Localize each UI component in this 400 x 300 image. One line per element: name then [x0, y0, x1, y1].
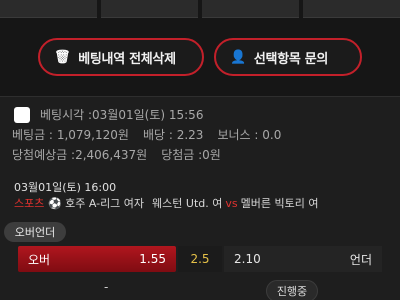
top-tabs	[0, 0, 400, 18]
trash-icon: 🗑	[54, 49, 71, 65]
expected-win-label: 당첨예상금 :	[12, 148, 76, 162]
result-score: -	[104, 280, 109, 294]
bet-amount-label: 베팅금 :	[12, 128, 53, 142]
expected-win-value: 2,406,437원	[75, 148, 148, 162]
over-odds-button[interactable]: 오버 1.55	[18, 246, 176, 272]
inquire-selected-label: 선택항목 문의	[253, 51, 329, 67]
tab-3[interactable]	[202, 0, 299, 18]
bonus-value: 0.0	[262, 128, 282, 142]
total-line-value: 2.5	[178, 246, 222, 272]
odds-label: 배당 :	[142, 128, 173, 142]
odds-row: 오버 1.55 2.5 2.10 언더	[18, 246, 382, 272]
match-datetime: 03월01일(토) 16:00	[14, 181, 117, 194]
bet-amount-value: 1,079,120원	[56, 128, 129, 142]
won-amount-value: 0원	[202, 148, 221, 162]
over-label: 오버	[28, 252, 51, 267]
bet-info: 베팅시각 : 03월01일(토) 15:56 베팅금 : 1,079,120원 …	[12, 105, 281, 165]
user-icon: 👤	[230, 49, 246, 65]
match-info: 03월01일(토) 16:00 스포츠 ⚽ 호주 A-리그 여자 웨스턴 Utd…	[14, 180, 386, 212]
under-label: 언더	[349, 252, 372, 267]
league-name: 호주 A-리그 여자	[65, 197, 145, 210]
odds-value: 2.23	[176, 128, 204, 142]
home-team: 웨스턴 Utd. 여	[152, 197, 223, 210]
vs-label: vs	[225, 197, 238, 210]
status-badge: 진행중	[266, 280, 318, 300]
select-bet-checkbox[interactable]	[14, 107, 30, 123]
action-bar: 🗑 베팅내역 전체삭제 👤 선택항목 문의	[0, 38, 400, 76]
over-odds-value: 1.55	[139, 252, 166, 266]
bet-time-label: 베팅시각 :	[40, 108, 93, 122]
sport-category: 스포츠	[14, 197, 45, 210]
delete-all-bets-button[interactable]: 🗑 베팅내역 전체삭제	[38, 38, 204, 76]
tab-4[interactable]	[303, 0, 400, 18]
delete-all-bets-label: 베팅내역 전체삭제	[78, 51, 176, 67]
away-team: 멜버른 빅토리 여	[240, 197, 319, 210]
won-amount-label: 당첨금 :	[161, 148, 203, 162]
market-badge: 오버언더	[4, 222, 66, 242]
soccer-ball-icon: ⚽	[48, 197, 63, 210]
tab-2[interactable]	[101, 0, 198, 18]
tab-1[interactable]	[0, 0, 97, 18]
bonus-label: 보너스 :	[217, 128, 259, 142]
bet-time-value: 03월01일(토) 15:56	[92, 108, 204, 122]
under-odds-value: 2.10	[234, 252, 261, 266]
result-row: - 진행중	[0, 276, 400, 300]
inquire-selected-button[interactable]: 👤 선택항목 문의	[214, 38, 362, 76]
under-odds-button[interactable]: 2.10 언더	[224, 246, 382, 272]
